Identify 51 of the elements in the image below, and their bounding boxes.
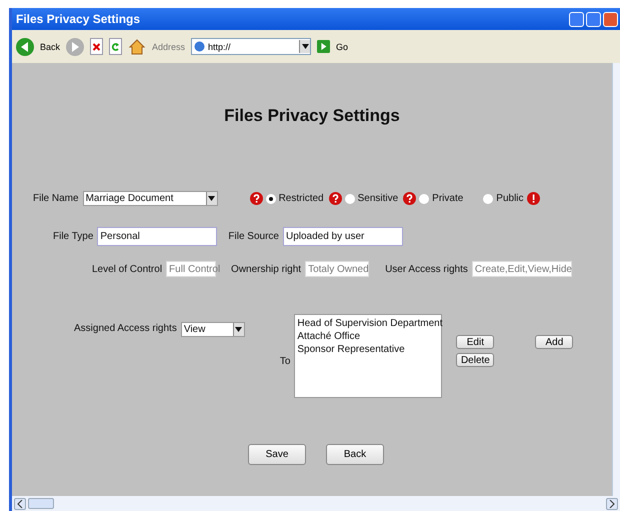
field-label: Assigned Access rights — [74, 323, 177, 334]
help-icon — [250, 192, 263, 205]
go-button[interactable]: Go — [336, 42, 348, 52]
file-source-field[interactable]: Uploaded by user — [282, 227, 403, 246]
form-button[interactable]: Back — [326, 444, 384, 465]
help-icon — [403, 192, 416, 205]
recipient-list[interactable]: Head of Supervision Department Attaché Office Sponsor Representative — [294, 314, 442, 398]
scroll-left-icon[interactable] — [14, 498, 26, 510]
field-label: File Name — [33, 193, 79, 204]
add-button[interactable]: Add — [535, 335, 574, 349]
vertical-scrollbar[interactable] — [612, 63, 620, 496]
help-icon — [328, 192, 342, 205]
address-field[interactable]: http:// — [191, 38, 312, 55]
field-label: User Access rights — [385, 264, 468, 274]
globe-icon — [194, 41, 206, 52]
field-label: Ownership right — [231, 264, 302, 274]
close-button[interactable] — [603, 12, 618, 26]
maximize-button[interactable] — [586, 12, 601, 26]
list-button[interactable]: Edit — [456, 335, 494, 349]
privacy-radio[interactable]: Private — [419, 193, 464, 204]
home-icon[interactable] — [128, 38, 146, 56]
horizontal-scrollbar[interactable] — [12, 496, 620, 511]
field-label: File Source — [228, 231, 279, 242]
list-button[interactable]: Delete — [456, 353, 494, 367]
window-title: Files Privacy Settings — [16, 12, 142, 26]
address-label: Address — [152, 42, 186, 52]
page-heading: Files Privacy Settings — [223, 106, 401, 126]
user-access-field[interactable]: Create,Edit,View,Hide — [472, 261, 572, 277]
list-item[interactable]: Attaché Office — [297, 330, 440, 343]
scroll-right-icon[interactable] — [606, 498, 618, 510]
scroll-thumb[interactable] — [28, 498, 54, 509]
warning-icon — [526, 192, 540, 205]
form-button[interactable]: Save — [248, 444, 306, 465]
minimize-button[interactable] — [569, 12, 584, 26]
ownership-field[interactable]: Totaly Owned — [305, 261, 370, 277]
field-label: To — [280, 356, 290, 367]
field-label: File Type — [53, 231, 94, 242]
field-label: Level of Control — [92, 264, 162, 274]
privacy-radio[interactable]: Sensitive — [344, 193, 398, 204]
dropdown-icon[interactable] — [232, 323, 244, 336]
privacy-radio[interactable]: Public — [483, 193, 524, 204]
file-name-select[interactable]: Marriage Document — [82, 191, 218, 206]
file-type-field[interactable]: Personal — [97, 227, 218, 246]
privacy-radio[interactable]: Restricted — [266, 193, 324, 204]
stop-icon[interactable] — [90, 38, 104, 55]
access-select[interactable]: View — [180, 322, 245, 337]
back-button[interactable]: Back — [40, 42, 60, 52]
refresh-icon[interactable] — [109, 38, 122, 55]
dropdown-icon[interactable] — [206, 192, 217, 205]
list-item[interactable]: Sponsor Representative — [297, 343, 440, 356]
dropdown-icon[interactable] — [299, 40, 310, 53]
